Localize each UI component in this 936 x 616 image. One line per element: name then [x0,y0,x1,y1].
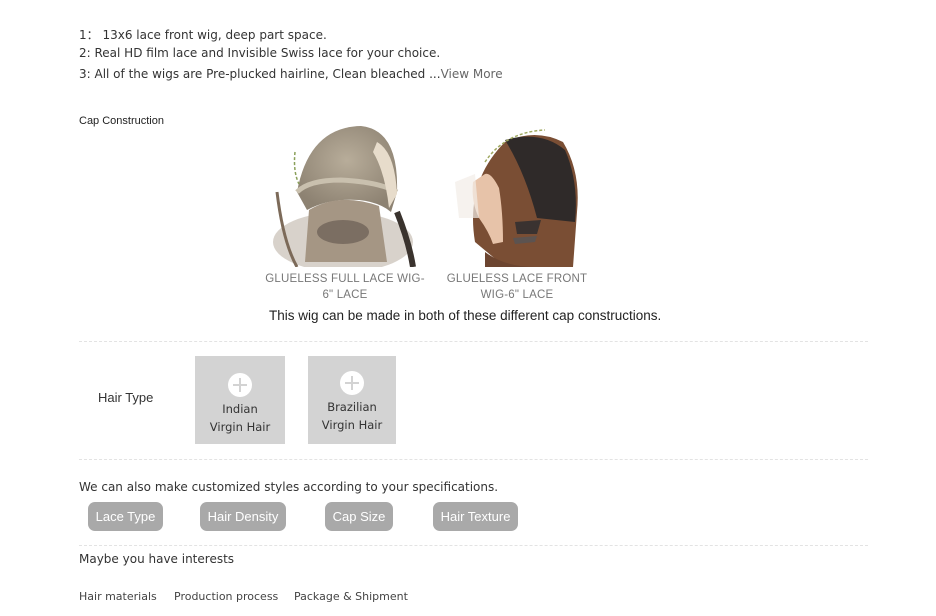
plus-icon [340,371,364,395]
customize-text: We can also make customized styles accor… [79,480,499,494]
view-more-link[interactable]: View More [441,67,503,81]
full-lace-cap-photo-icon [269,122,421,267]
feature-line-1: 1： 13x6 lace front wig, deep part space. [79,28,327,42]
hair-option-line2: Virgin Hair [209,420,271,434]
divider [79,459,868,460]
hair-density-button[interactable]: Hair Density [200,502,286,531]
feature-line-3-text: 3: All of the wigs are Pre-plucked hairl… [79,67,441,81]
cap-size-button[interactable]: Cap Size [325,502,393,531]
hair-option-line1: Brazilian [327,400,377,414]
full-lace-cap-image[interactable] [269,122,421,267]
cap-option-label-full-lace: GLUELESS FULL LACE WIG-6" LACE [265,273,425,301]
hair-option-line1: Indian [222,402,258,416]
divider [79,545,868,546]
divider [79,341,868,342]
lace-front-cap-photo-icon [445,122,585,267]
interests-title: Maybe you have interests [79,552,235,566]
link-hair-materials[interactable]: Hair materials [79,590,157,603]
lace-front-cap-image[interactable] [445,122,585,267]
lace-type-button[interactable]: Lace Type [88,502,163,531]
link-production-process[interactable]: Production process [174,590,278,603]
link-package-shipment[interactable]: Package & Shipment [294,590,408,603]
cap-option-label-lace-front: GLUELESS LACE FRONT WIG-6" LACE [446,273,588,301]
hair-texture-button[interactable]: Hair Texture [433,502,518,531]
plus-icon [228,373,252,397]
hair-option-brazilian[interactable]: Brazilian Virgin Hair [308,356,396,444]
hair-option-line2: Virgin Hair [321,418,383,432]
hair-option-indian[interactable]: Indian Virgin Hair [195,356,285,444]
feature-line-2: 2: Real HD film lace and Invisible Swiss… [79,46,441,60]
cap-construction-title: Cap Construction [79,115,164,127]
cap-construction-note: This wig can be made in both of these di… [269,308,662,323]
hair-type-label: Hair Type [98,390,154,405]
feature-line-3: 3: All of the wigs are Pre-plucked hairl… [79,67,503,81]
